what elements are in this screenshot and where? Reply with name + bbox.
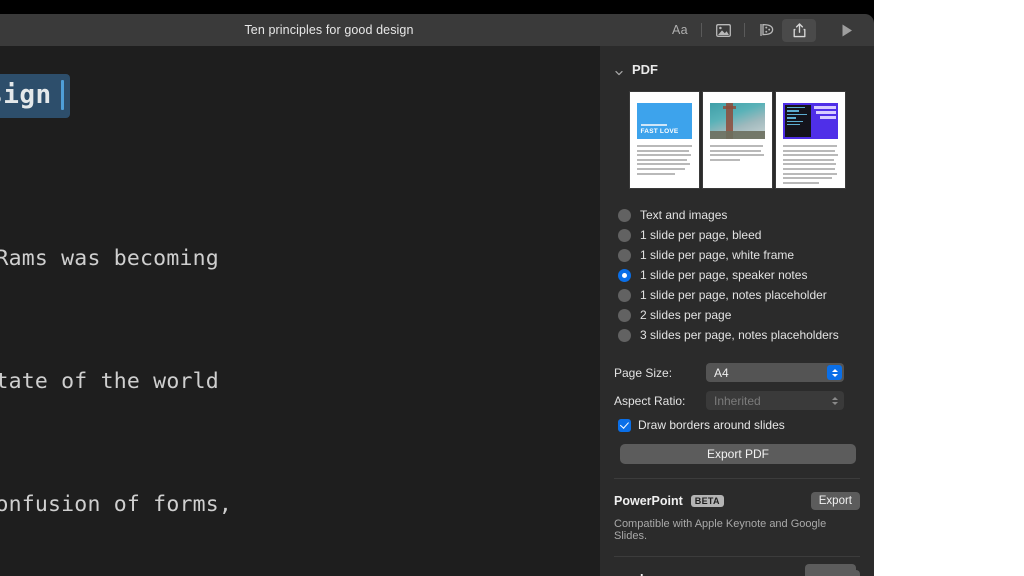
share-icon (793, 22, 805, 37)
draw-borders-label: Draw borders around slides (638, 418, 785, 432)
draw-borders-row[interactable]: Draw borders around slides (618, 418, 874, 432)
images-title: Images (640, 572, 683, 576)
text-caret (60, 80, 64, 110)
radio-label: 1 slide per page, white frame (640, 248, 795, 262)
slide-thumbnails: FAST LOVE (600, 92, 874, 188)
aspect-ratio-label: Aspect Ratio: (614, 393, 686, 408)
window-title-group: Ten principles for good design (0, 14, 640, 46)
page-size-value: A4 (714, 365, 729, 380)
aspect-ratio-value: Inherited (714, 393, 761, 408)
radio-option-text-and-images[interactable]: Text and images (618, 205, 874, 225)
palette-icon (759, 23, 773, 36)
speaker-notes (709, 145, 765, 163)
radio-label: 1 slide per page, speaker notes (640, 268, 808, 282)
slide-image (782, 103, 838, 139)
document-title-text: good design (0, 80, 52, 110)
play-button[interactable] (830, 23, 864, 38)
text-format-label: Aa (672, 23, 688, 37)
radio-option-speaker-notes[interactable]: 1 slide per page, speaker notes (618, 265, 874, 285)
powerpoint-subtitle: Compatible with Apple Keynote and Google… (614, 518, 827, 542)
toolbar-separator (701, 23, 702, 37)
radio-icon (618, 308, 631, 322)
slide-thumbnail-2[interactable] (702, 92, 772, 188)
radio-option-notes-placeholder[interactable]: 1 slide per page, notes placeholder (618, 285, 874, 305)
radio-option-2-slides[interactable]: 2 slides per page (618, 305, 874, 325)
slide-title-text: FAST LOVE (640, 128, 679, 135)
title-bar: Ten principles for good design Aa (0, 14, 874, 46)
page-size-label: Page Size: (614, 365, 673, 380)
radio-option-bleed[interactable]: 1 slide per page, bleed (618, 225, 874, 245)
document-icon (226, 23, 237, 37)
document-body[interactable]: s, Dieter Rams was becoming d by the sta… (0, 156, 600, 576)
toolbar-separator (744, 23, 745, 37)
radio-label: 1 slide per page, bleed (640, 228, 762, 242)
pdf-layout-options: Text and images 1 slide per page, bleed … (618, 205, 874, 345)
theme-button[interactable] (750, 19, 782, 41)
radio-icon (618, 208, 631, 222)
screen: Ten principles for good design Aa ign Ra… (0, 0, 1024, 576)
radio-icon (618, 288, 631, 302)
slide-subtitle-bar (640, 124, 667, 126)
radio-option-3-slides[interactable]: 3 slides per page, notes placeholders (618, 325, 874, 345)
slide-thumbnail-1[interactable]: FAST LOVE (629, 92, 699, 188)
document-title-row: good design (0, 74, 600, 118)
radio-label: 2 slides per page (640, 308, 732, 322)
speaker-notes (782, 145, 838, 186)
pdf-settings-form: Page Size: A4 Aspect Ratio: Inherited Dr… (614, 360, 874, 432)
pdf-section-label: PDF (632, 62, 658, 77)
export-pdf-button[interactable]: Export PDF (620, 444, 856, 464)
aspect-ratio-row: Aspect Ratio: Inherited (614, 388, 874, 413)
slide-image (709, 103, 765, 139)
radio-label: 3 slides per page, notes placeholders (640, 328, 839, 342)
radio-icon-selected (618, 268, 631, 282)
play-icon (842, 24, 852, 36)
page-size-select[interactable]: A4 (706, 363, 844, 382)
section-divider (614, 478, 860, 479)
page-size-row: Page Size: A4 (614, 360, 874, 385)
speaker-notes (636, 145, 692, 177)
radio-icon (618, 248, 631, 262)
powerpoint-title: PowerPoint (614, 494, 683, 508)
stepper-icon[interactable] (827, 365, 842, 380)
slide-image: FAST LOVE (636, 103, 692, 139)
radio-icon (618, 228, 631, 242)
section-divider (614, 556, 860, 557)
radio-label: 1 slide per page, notes placeholder (640, 288, 827, 302)
toolbar: Aa (664, 14, 864, 46)
body-line: netrable confusion of forms, (0, 492, 233, 517)
stepper-icon (827, 393, 842, 408)
export-sidebar: PDF FAST LOVE Text and images 1 slide pe… (600, 46, 874, 576)
document-canvas: good design s, Dieter Rams was becoming … (0, 46, 600, 576)
slide-thumbnail-3[interactable] (775, 92, 845, 188)
beta-badge: BETA (690, 495, 724, 507)
aspect-ratio-select: Inherited (706, 391, 844, 410)
app-window: Ten principles for good design Aa ign Ra… (0, 14, 874, 576)
radio-label: Text and images (640, 208, 728, 222)
document-editor[interactable]: good design s, Dieter Rams was becoming … (0, 46, 600, 576)
radio-icon (618, 328, 631, 342)
body-line: d by the state of the world (0, 369, 219, 394)
window-title: Ten principles for good design (244, 23, 414, 37)
title-selection-highlight[interactable]: good design (0, 74, 70, 118)
image-icon (715, 23, 731, 37)
draw-borders-checkbox[interactable] (618, 418, 631, 432)
pdf-section-header[interactable]: PDF (600, 46, 874, 77)
powerpoint-section: PowerPoint BETA Export (614, 492, 860, 510)
next-section-export-button[interactable] (805, 564, 856, 576)
text-format-button[interactable]: Aa (664, 19, 696, 41)
image-button[interactable] (707, 19, 739, 41)
radio-option-white-frame[interactable]: 1 slide per page, white frame (618, 245, 874, 265)
body-line: s, Dieter Rams was becoming (0, 246, 219, 271)
powerpoint-export-button[interactable]: Export (810, 492, 860, 510)
share-button[interactable] (782, 18, 816, 42)
chevron-down-icon (614, 65, 624, 75)
